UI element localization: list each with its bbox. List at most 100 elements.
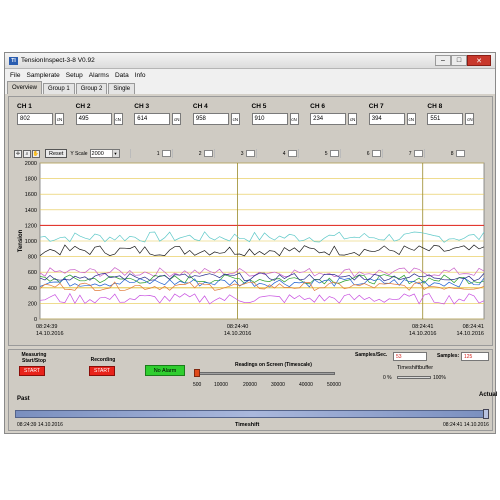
- readings-slider-knob[interactable]: [194, 369, 200, 377]
- y-tick-label: 1000: [25, 239, 37, 245]
- yscale-select[interactable]: 2000 ▼: [89, 149, 120, 158]
- tab-bar: Overview Group 1 Group 2 Single: [5, 81, 495, 94]
- timeshift-end-time: 08:24:41 14.10.2016: [443, 422, 489, 428]
- x-tick-time: 08:24:41: [412, 324, 433, 330]
- channel-value: 234: [310, 113, 347, 125]
- x-tick-date: 14.10.2016: [456, 331, 484, 337]
- line-style-icon: [329, 150, 339, 157]
- channel-6: CH 6 234 cN: [310, 103, 369, 135]
- hand-icon[interactable]: ✋: [32, 149, 40, 158]
- measuring-label: Measuring Start/Stop: [21, 352, 47, 364]
- menu-info[interactable]: Info: [132, 72, 149, 79]
- past-label: Past: [17, 396, 30, 402]
- line-style-icon: [245, 150, 255, 157]
- channel-unit: cN: [348, 113, 358, 125]
- samples-sec-label: Samples/Sec.: [355, 352, 388, 358]
- series-toggle-6[interactable]: 6: [339, 149, 382, 158]
- series-toggle-8[interactable]: 8: [423, 149, 466, 158]
- tension-chart: 2000 1800 1600 1400 1200 1000 800 600 400 200 0 Ten…: [14, 161, 490, 345]
- channel-8: CH 8 551 cN: [427, 103, 486, 135]
- line-style-icon: [203, 150, 213, 157]
- title-bar: TI TensionInspect-3-8 V0.92 – □ ✕: [5, 53, 495, 69]
- channel-5: CH 5 910 cN: [251, 103, 311, 135]
- menu-data[interactable]: Data: [112, 72, 132, 79]
- chevron-down-icon: ▼: [111, 150, 119, 157]
- series-toggle-7[interactable]: 7: [381, 149, 424, 158]
- yscale-value: 2000: [91, 150, 104, 157]
- timeshift-label: Timeshift: [235, 422, 260, 428]
- series-toggle-5[interactable]: 5: [297, 149, 340, 158]
- series-number: 4: [282, 150, 286, 157]
- channel-label: CH 2: [75, 103, 91, 110]
- series-toggle-1[interactable]: 1: [129, 149, 172, 158]
- x-tick-time: 08:24:41: [463, 324, 484, 330]
- readings-tick: 500: [193, 382, 202, 388]
- y-tick-label: 1800: [25, 177, 37, 183]
- timeshift-slider-knob[interactable]: [483, 409, 489, 419]
- menu-setup[interactable]: Setup: [63, 72, 86, 79]
- app-window: TI TensionInspect-3-8 V0.92 – □ ✕ File S…: [4, 52, 497, 434]
- channel-1: CH 1 802 cN: [17, 103, 76, 135]
- x-tick-date: 14.10.2016: [224, 331, 252, 337]
- readings-tick: 10000: [214, 382, 228, 388]
- line-style-icon: [413, 150, 423, 157]
- tab-overview[interactable]: Overview: [7, 81, 43, 94]
- channel-value: 910: [251, 113, 288, 125]
- reset-button[interactable]: Reset: [45, 149, 68, 158]
- series-number: 6: [366, 150, 370, 157]
- timeshift-buffer-label: Timeshiftbuffer: [397, 365, 434, 371]
- channel-label: CH 5: [251, 103, 267, 110]
- y-tick-label: 1400: [25, 208, 37, 214]
- channel-unit: cN: [172, 113, 182, 125]
- readings-tick: 30000: [271, 382, 285, 388]
- channel-unit: cN: [465, 113, 475, 125]
- series-number: 3: [240, 150, 244, 157]
- channel-unit: cN: [230, 113, 240, 125]
- series-toggle-3[interactable]: 3: [213, 149, 256, 158]
- y-tick-label: 0: [34, 317, 37, 323]
- series-toggle-4[interactable]: 4: [255, 149, 298, 158]
- timeshift-slider[interactable]: [15, 410, 489, 418]
- x-tick-time: 08:24:40: [227, 324, 248, 330]
- y-tick-label: 400: [28, 286, 37, 292]
- tab-group-1[interactable]: Group 1: [43, 83, 75, 94]
- channel-value: 551: [427, 113, 464, 125]
- menu-samplerate[interactable]: Samplerate: [23, 72, 62, 79]
- close-button[interactable]: ✕: [467, 55, 491, 66]
- channel-value: 614: [134, 113, 171, 125]
- menu-alarms[interactable]: Alarms: [86, 72, 112, 79]
- readings-label: Readings on Screen (Timescale): [235, 362, 312, 368]
- recording-start-button[interactable]: START: [89, 366, 115, 376]
- series-number: 1: [156, 150, 160, 157]
- series-number: 5: [324, 150, 328, 157]
- readings-tick: 20000: [243, 382, 257, 388]
- menu-file[interactable]: File: [7, 72, 23, 79]
- buffer-min-label: 0 %: [383, 375, 392, 381]
- series-selector: 1 2 3 4 5 6 7 8: [129, 149, 466, 158]
- maximize-button[interactable]: □: [451, 55, 467, 66]
- alarm-status-button[interactable]: No Alarm: [145, 365, 185, 376]
- y-tick-label: 2000: [25, 161, 37, 167]
- x-tick-time: 08:24:39: [36, 324, 57, 330]
- series-toggle-2[interactable]: 2: [171, 149, 214, 158]
- graph-toolbar: ✛ ⌕ ✋ Reset Y Scale 2000 ▼ 1 2 3 4 5 6 7…: [14, 148, 490, 159]
- buffer-max-label: 100%: [433, 375, 446, 381]
- channel-label: CH 3: [134, 103, 150, 110]
- tab-single[interactable]: Single: [108, 83, 136, 94]
- overview-panel: CH 1 802 cN CH 2 495 cN CH 3 614 cN CH 4 95…: [8, 96, 493, 346]
- minimize-button[interactable]: –: [435, 55, 451, 66]
- tab-group-2[interactable]: Group 2: [75, 83, 108, 94]
- channel-7: CH 7 394 cN: [368, 103, 428, 135]
- series-number: 2: [198, 150, 202, 157]
- samples-field: 125: [461, 352, 489, 361]
- y-tick-label: 200: [28, 301, 37, 307]
- zoom-icon[interactable]: ⌕: [23, 149, 31, 158]
- readings-slider-track[interactable]: [195, 372, 335, 375]
- y-tick-label: 600: [28, 270, 37, 276]
- channel-4: CH 4 958 cN: [192, 103, 252, 135]
- readings-tick: 40000: [299, 382, 313, 388]
- series-number: 8: [450, 150, 454, 157]
- crosshair-icon[interactable]: ✛: [14, 149, 22, 158]
- channel-value: 802: [17, 113, 53, 125]
- measuring-start-button[interactable]: START: [19, 366, 45, 376]
